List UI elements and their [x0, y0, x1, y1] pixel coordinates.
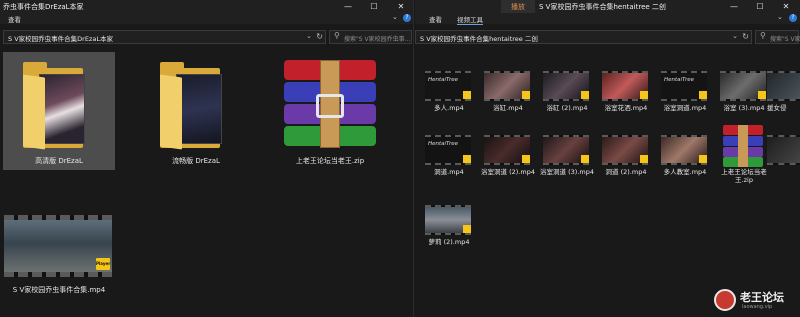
- player-badge-icon: [581, 91, 589, 99]
- watermark-logo-icon: [714, 289, 736, 311]
- video-file-item[interactable]: 萝莉 (2).mp4: [418, 205, 480, 257]
- zip-item[interactable]: 上老王论坛当老王.zip: [270, 52, 390, 170]
- right-ribbon: 查看 视频工具 ⌄ ?: [415, 13, 800, 25]
- right-address-bar[interactable]: S V家校园乔虫事件合集hentaitree 二创 ⌄ ↻: [415, 30, 752, 44]
- left-title-bar[interactable]: 乔虫事件合集DrEzaL本家 — ☐ ✕: [0, 0, 413, 13]
- video-file-item[interactable]: 洞道 (2).mp4: [595, 135, 657, 187]
- folder-icon: [160, 62, 232, 150]
- chevron-down-icon[interactable]: ⌄: [732, 32, 738, 40]
- winrar-icon: [278, 60, 382, 148]
- maximize-button[interactable]: ☐: [361, 0, 387, 13]
- player-badge-icon: [640, 155, 648, 163]
- video-file-item[interactable]: 浴缸.mp4: [477, 71, 539, 123]
- item-label: 上老王论坛当老王.zip: [295, 157, 365, 165]
- right-search-placeholder: 搜索"S V家校...: [770, 36, 800, 43]
- player-badge-icon: [522, 155, 530, 163]
- maximize-button[interactable]: ☐: [747, 0, 773, 13]
- tab-play-manage[interactable]: 播放: [501, 0, 535, 13]
- item-label: 流畅版 DrEzaL: [172, 157, 220, 165]
- right-explorer-window: 播放 S V家校园乔虫事件合集hentaitree 二创 — ☐ ✕ 查看 视频…: [415, 0, 800, 317]
- right-content: HentaiTree 多人.mp4 浴缸.mp4 浴缸 (2).mp4 浴室花洒…: [415, 47, 800, 317]
- file-label: 多人.mp4: [434, 104, 464, 112]
- video-file-item[interactable]: 浴缸 (2).mp4: [536, 71, 598, 123]
- video-file-item[interactable]: 援女侵: [763, 71, 800, 123]
- right-title-bar[interactable]: 播放 S V家校园乔虫事件合集hentaitree 二创 — ☐ ✕: [415, 0, 800, 13]
- player-badge-icon: [463, 225, 471, 233]
- right-window-title: S V家校园乔虫事件合集hentaitree 二创: [539, 3, 666, 11]
- right-address-row: S V家校园乔虫事件合集hentaitree 二创 ⌄ ↻ ⚲ 搜索"S V家校…: [415, 27, 800, 47]
- watermark-logo: 老王论坛 laowang.vip: [714, 287, 794, 315]
- file-label: 浴室洞道 (3).mp4: [540, 168, 594, 176]
- left-content: 高清版 DrEzaL 流畅版 DrEzaL 上老王论坛当老王.zip Playe…: [0, 47, 413, 317]
- right-address-path: S V家校园乔虫事件合集hentaitree 二创: [420, 35, 538, 43]
- watermark-text: 老王论坛: [740, 291, 784, 304]
- search-icon: ⚲: [334, 31, 340, 40]
- left-search-placeholder: 搜索"S V家校园乔虫事...: [344, 36, 411, 43]
- folder-item[interactable]: 流畅版 DrEzaL: [140, 52, 252, 170]
- search-icon: ⚲: [760, 31, 766, 40]
- winrar-icon: [723, 125, 763, 167]
- video-file-item[interactable]: HentaiTree 浴室洞道.mp4: [654, 71, 716, 123]
- close-button[interactable]: ✕: [388, 0, 413, 13]
- file-label: 浴缸 (2).mp4: [546, 104, 588, 112]
- video-file-item[interactable]: HentaiTree 洞道.mp4: [418, 135, 480, 187]
- video-file-item[interactable]: 浴室洞道 (3).mp4: [536, 135, 598, 187]
- player-badge-icon: Player: [96, 258, 110, 270]
- file-label: 洞道 (2).mp4: [605, 168, 647, 176]
- left-window-title: 乔虫事件合集DrEzaL本家: [3, 3, 84, 11]
- folder-item[interactable]: 高清版 DrEzaL: [3, 52, 115, 170]
- player-badge-icon: [699, 91, 707, 99]
- thumb-overlay-text: HentaiTree: [428, 77, 459, 83]
- file-label: 浴缸.mp4: [493, 104, 523, 112]
- item-label: 高清版 DrEzaL: [35, 157, 83, 165]
- player-badge-icon: [699, 155, 707, 163]
- watermark-subtext: laowang.vip: [742, 304, 773, 310]
- file-label: 浴室洞道 (2).mp4: [481, 168, 535, 176]
- video-thumbnail: Player: [4, 215, 112, 277]
- file-label: 浴室洞道.mp4: [663, 104, 707, 112]
- left-explorer-window: 乔虫事件合集DrEzaL本家 — ☐ ✕ 查看 ⌄ ? S V家校园乔虫事件合集…: [0, 0, 414, 317]
- right-search-box[interactable]: ⚲ 搜索"S V家校...: [755, 30, 800, 44]
- close-button[interactable]: ✕: [773, 0, 799, 13]
- player-badge-icon: [640, 91, 648, 99]
- left-search-box[interactable]: ⚲ 搜索"S V家校园乔虫事...: [329, 30, 412, 44]
- chevron-down-icon[interactable]: ⌄: [306, 32, 312, 40]
- file-label: 萝莉 (2).mp4: [428, 238, 470, 246]
- refresh-icon[interactable]: ↻: [316, 32, 323, 41]
- thumb-overlay-text: HentaiTree: [428, 141, 459, 147]
- video-file-item[interactable]: [763, 135, 800, 187]
- help-icon[interactable]: ?: [789, 14, 797, 22]
- video-file-item[interactable]: 浴室花洒.mp4: [595, 71, 657, 123]
- player-badge-icon: [463, 155, 471, 163]
- item-label: S V家校园乔虫事件合集.mp4: [12, 286, 106, 294]
- refresh-icon[interactable]: ↻: [742, 32, 749, 41]
- player-badge-icon: [581, 155, 589, 163]
- left-address-row: S V家校园乔虫事件合集DrEzaL本家 ⌄ ↻ ⚲ 搜索"S V家校园乔虫事.…: [0, 27, 413, 47]
- video-file-item[interactable]: 浴室洞道 (2).mp4: [477, 135, 539, 187]
- chevron-down-icon[interactable]: ⌄: [777, 13, 783, 21]
- file-label: 洞道.mp4: [434, 168, 464, 176]
- tab-video-tools[interactable]: 视频工具: [457, 14, 483, 25]
- video-item[interactable]: Player S V家校园乔虫事件合集.mp4: [0, 215, 118, 295]
- minimize-button[interactable]: —: [721, 0, 747, 13]
- thumb-overlay-text: HentaiTree: [664, 77, 695, 83]
- left-address-path: S V家校园乔虫事件合集DrEzaL本家: [8, 35, 113, 43]
- video-file-item[interactable]: HentaiTree 多人.mp4: [418, 71, 480, 123]
- file-label: 援女侵: [767, 104, 787, 112]
- tab-view[interactable]: 查看: [429, 14, 442, 24]
- left-address-bar[interactable]: S V家校园乔虫事件合集DrEzaL本家 ⌄ ↻: [3, 30, 326, 44]
- video-file-item[interactable]: 多人教室.mp4: [654, 135, 716, 187]
- file-label: 浴室花洒.mp4: [604, 104, 648, 112]
- folder-icon: [23, 62, 95, 150]
- player-badge-icon: [522, 91, 530, 99]
- tab-view[interactable]: 查看: [8, 14, 21, 24]
- player-badge-icon: [463, 91, 471, 99]
- left-ribbon: 查看 ⌄ ?: [0, 13, 413, 24]
- chevron-down-icon[interactable]: ⌄: [392, 13, 398, 21]
- file-label: 多人教室.mp4: [663, 168, 707, 176]
- help-icon[interactable]: ?: [403, 14, 411, 22]
- minimize-button[interactable]: —: [335, 0, 361, 13]
